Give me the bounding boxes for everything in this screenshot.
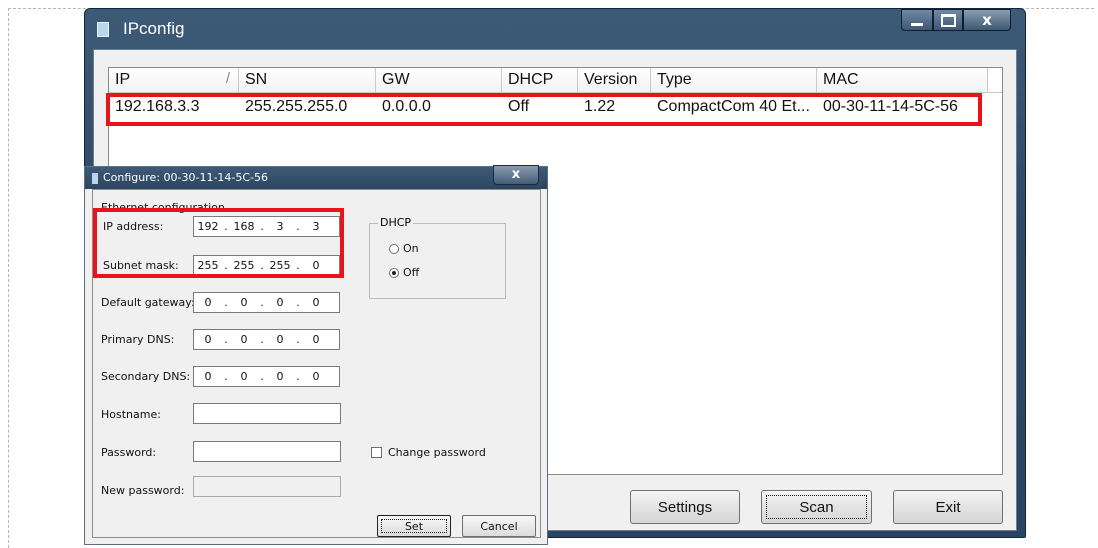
title-bar[interactable]: IPconfig x	[85, 9, 1025, 49]
password-label: Password:	[101, 446, 157, 459]
secondary-dns-octet: 0	[276, 370, 284, 383]
set-button[interactable]: Set	[377, 515, 451, 537]
primary-dns-label: Primary DNS:	[101, 333, 175, 346]
default-gateway-field[interactable]: 0. 0. 0. 0	[193, 292, 340, 313]
sort-indicator-icon: /	[225, 70, 230, 87]
gateway-octet: 0	[312, 296, 320, 309]
secondary-dns-octet: 0	[240, 370, 248, 383]
app-icon	[97, 22, 109, 37]
ip-address-field[interactable]: 192. 168. 3. 3	[193, 216, 340, 237]
column-header-sn[interactable]: SN	[239, 68, 376, 92]
list-row-device[interactable]: 192.168.3.3 255.255.255.0 0.0.0.0 Off 1.…	[109, 94, 1002, 124]
ip-octet: 192	[197, 220, 219, 233]
ethernet-config-group-label: Ethernet configuration	[101, 201, 225, 214]
dialog-title: Configure: 00-30-11-14-5C-56	[103, 171, 269, 184]
cell-type: CompactCom 40 Et...	[657, 98, 810, 115]
cell-gw: 0.0.0.0	[382, 98, 431, 115]
subnet-octet: 255	[233, 259, 255, 272]
dhcp-group	[369, 223, 506, 299]
dhcp-on-radio[interactable]	[389, 244, 399, 254]
dhcp-on-label: On	[403, 242, 419, 255]
subnet-octet: 0	[312, 259, 320, 272]
subnet-mask-label: Subnet mask:	[103, 259, 179, 272]
column-header-gw[interactable]: GW	[376, 68, 502, 92]
close-button[interactable]: x	[963, 9, 1011, 31]
dhcp-off-label: Off	[403, 266, 420, 279]
cell-sn: 255.255.255.0	[245, 98, 348, 115]
cell-version: 1.22	[584, 98, 616, 115]
gateway-octet: 0	[276, 296, 284, 309]
ip-octet: 168	[233, 220, 255, 233]
column-header-mac[interactable]: MAC	[817, 68, 988, 92]
ip-address-label: IP address:	[103, 220, 164, 233]
close-icon: x	[982, 11, 992, 29]
default-gateway-label: Default gateway:	[101, 296, 195, 309]
new-password-input[interactable]	[193, 476, 341, 497]
dhcp-off-radio[interactable]	[389, 268, 399, 278]
column-header-dhcp[interactable]: DHCP	[502, 68, 578, 92]
column-header-ip[interactable]: IP /	[109, 68, 239, 92]
cancel-button[interactable]: Cancel	[462, 515, 536, 537]
settings-button[interactable]: Settings	[630, 490, 740, 524]
subnet-octet: 255	[269, 259, 291, 272]
hostname-label: Hostname:	[101, 408, 161, 421]
password-input[interactable]	[193, 441, 341, 462]
cell-ip: 192.168.3.3	[115, 98, 200, 115]
maximize-button[interactable]	[933, 9, 963, 31]
window-controls: x	[901, 9, 1011, 33]
primary-dns-octet: 0	[204, 333, 212, 346]
hostname-input[interactable]	[193, 403, 341, 424]
change-password-checkbox[interactable]	[371, 447, 382, 458]
secondary-dns-octet: 0	[204, 370, 212, 383]
primary-dns-octet: 0	[276, 333, 284, 346]
close-icon: x	[511, 167, 521, 182]
scan-button[interactable]: Scan	[761, 490, 872, 524]
secondary-dns-field[interactable]: 0. 0. 0. 0	[193, 366, 340, 387]
dialog-app-icon	[92, 173, 98, 184]
primary-dns-octet: 0	[312, 333, 320, 346]
list-header: IP / SN GW DHCP Version Type MAC	[109, 68, 1002, 93]
secondary-dns-octet: 0	[312, 370, 320, 383]
dialog-close-button[interactable]: x	[493, 165, 539, 185]
change-password-label: Change password	[388, 446, 486, 459]
subnet-octet: 255	[197, 259, 219, 272]
primary-dns-octet: 0	[240, 333, 248, 346]
maximize-icon	[940, 13, 956, 27]
ip-octet: 3	[276, 220, 284, 233]
subnet-mask-field[interactable]: 255. 255. 255. 0	[193, 255, 340, 276]
gateway-octet: 0	[240, 296, 248, 309]
window-title: IPconfig	[123, 19, 185, 38]
column-header-version[interactable]: Version	[578, 68, 651, 92]
gateway-octet: 0	[204, 296, 212, 309]
exit-button[interactable]: Exit	[893, 490, 1003, 524]
cell-mac: 00-30-11-14-5C-56	[823, 98, 958, 115]
secondary-dns-label: Secondary DNS:	[101, 370, 191, 383]
dialog-title-bar[interactable]: Configure: 00-30-11-14-5C-56 x	[85, 165, 547, 189]
cell-dhcp: Off	[508, 98, 530, 115]
column-header-type[interactable]: Type	[651, 68, 817, 92]
column-header-label: IP	[115, 71, 131, 88]
new-password-label: New password:	[101, 484, 185, 497]
ip-octet: 3	[312, 220, 320, 233]
minimize-button[interactable]	[901, 9, 933, 31]
primary-dns-field[interactable]: 0. 0. 0. 0	[193, 329, 340, 350]
minimize-icon	[911, 22, 923, 26]
dhcp-group-label: DHCP	[378, 216, 414, 229]
